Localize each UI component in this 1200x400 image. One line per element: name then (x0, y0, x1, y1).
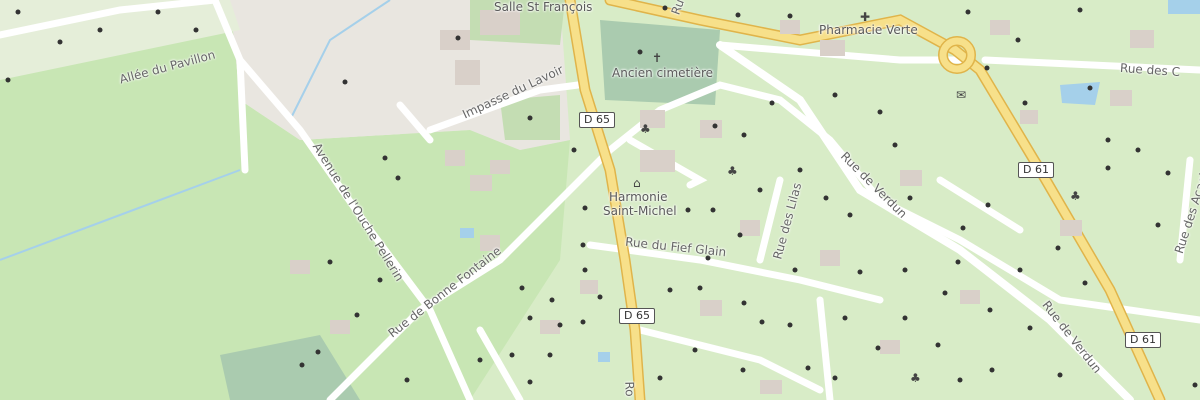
poi-harmonie-line2[interactable]: Saint-Michel (603, 204, 677, 218)
poi-salle-st-francois[interactable]: Salle St François (494, 0, 592, 14)
road-shield-d65: D 65 (619, 308, 655, 324)
post-office-icon: ✉ (956, 88, 967, 102)
pond (1060, 82, 1100, 105)
road-shield-d61: D 61 (1018, 162, 1054, 178)
pool-2 (598, 352, 610, 362)
map-canvas[interactable]: ♣ ♣ ♣ ♣ ✚ Pharmacie Verte Salle St Franç… (0, 0, 1200, 400)
tree-icon: ♣ (727, 164, 738, 178)
pond-2 (1168, 0, 1200, 14)
cemetery-icon: ✝ (652, 51, 663, 65)
poi-pharmacie-verte[interactable]: Pharmacie Verte (819, 23, 918, 37)
tree-icon: ♣ (640, 122, 651, 136)
poi-ancien-cimetiere[interactable]: Ancien cimetière (612, 66, 713, 80)
road-shield-d61: D 61 (1125, 332, 1161, 348)
pool-1 (460, 228, 474, 238)
poi-harmonie-line1[interactable]: Harmonie (609, 190, 667, 204)
tree-icon: ♣ (1070, 189, 1081, 203)
music-hall-icon: ⌂ (633, 176, 641, 190)
pharmacy-icon: ✚ (860, 10, 871, 24)
tree-icon: ♣ (910, 371, 921, 385)
road-shield-d65: D 65 (579, 112, 615, 128)
street-label-d65-partial: Ro (622, 381, 637, 397)
